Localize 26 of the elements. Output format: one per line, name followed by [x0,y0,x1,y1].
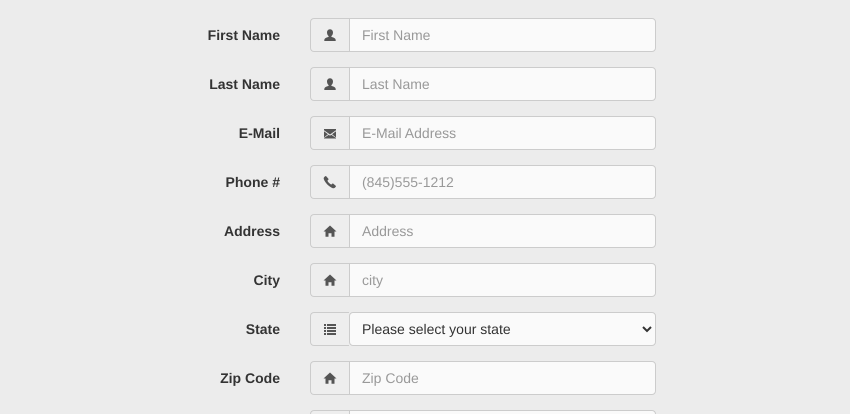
user-icon [323,77,337,91]
input-field[interactable]: city [349,263,656,297]
field-label: City [252,270,280,290]
phone-icon [323,175,337,189]
field-label: Last Name [208,74,280,94]
home-icon [323,371,337,385]
home-icon [323,273,337,287]
envelope-icon [323,126,337,140]
field-label: First Name [206,26,280,44]
input-field[interactable]: E-Mail Address [349,116,656,150]
list-icon [323,322,337,336]
input-field[interactable] [349,410,656,414]
field-label: Address [222,222,280,240]
input-field[interactable]: Address [349,214,656,248]
field-label: Zip Code [219,368,280,388]
field-label: State [244,320,280,338]
input-addon [310,410,349,414]
input-field[interactable]: First Name [349,18,656,52]
field-label: E-Mail [238,124,280,142]
state-dropdown[interactable]: Please select your state [349,312,656,346]
field-label: Phone # [224,172,280,192]
user-icon [323,28,337,42]
home-icon [323,224,337,238]
input-field[interactable]: Last Name [349,67,656,101]
input-field[interactable]: Zip Code [349,361,656,395]
input-field[interactable]: (845)555-1212 [349,165,656,199]
